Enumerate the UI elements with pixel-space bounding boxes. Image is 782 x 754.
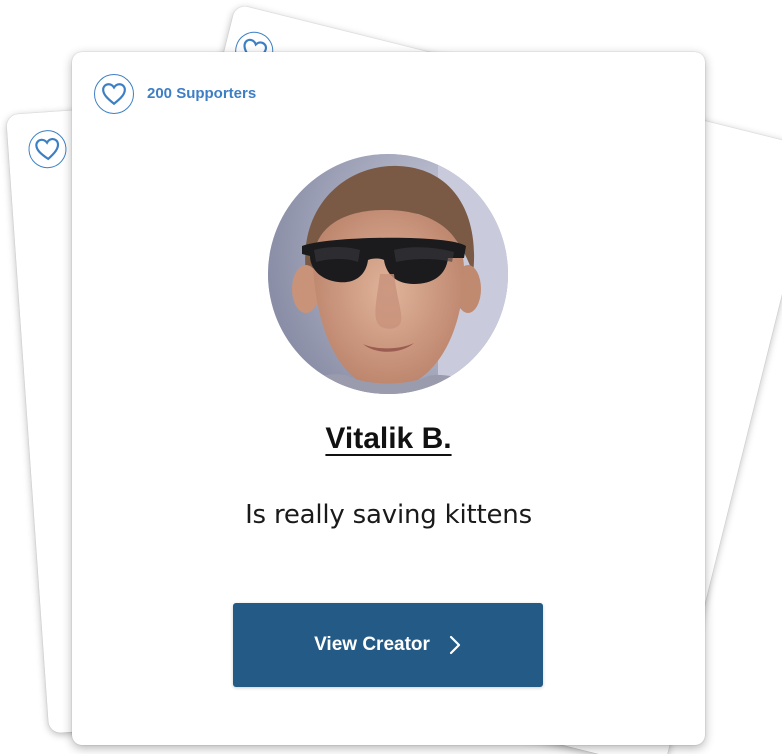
supporters-count: 200 Supporters: [147, 85, 257, 102]
creator-card: 200 Supporters Vitalik B. Is really savi…: [72, 52, 705, 745]
avatar: [268, 154, 508, 394]
creator-name[interactable]: Vitalik B.: [72, 422, 705, 456]
heart-icon: [27, 128, 68, 170]
heart-icon-glyph: [35, 138, 60, 161]
view-creator-button-label: View Creator: [314, 634, 430, 655]
view-creator-button[interactable]: View Creator: [233, 603, 543, 687]
heart-icon: [94, 74, 134, 114]
avatar-photo: [268, 154, 508, 394]
chevron-right-icon: [449, 635, 461, 655]
heart-icon-glyph: [102, 83, 126, 106]
creator-card-stack: 200 Supporters Vitalik B. Is really savi…: [0, 0, 782, 754]
creator-tagline: Is really saving kittens: [245, 500, 532, 530]
